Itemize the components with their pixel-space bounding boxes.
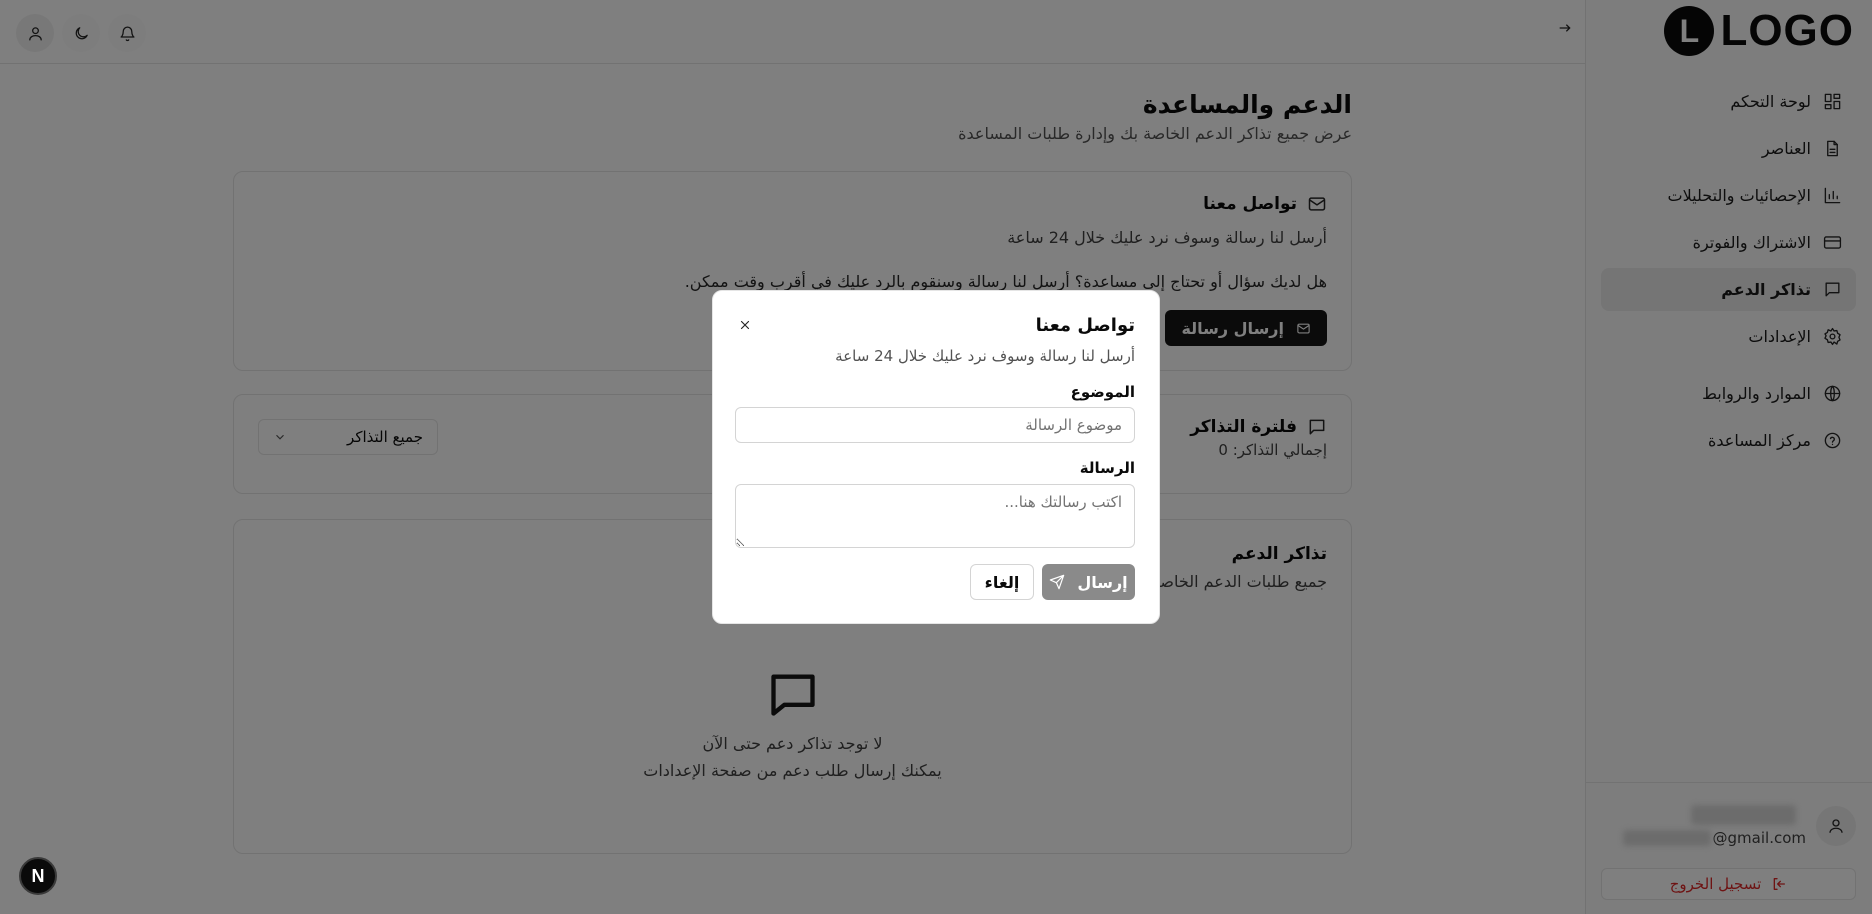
dev-tools-badge[interactable]: N xyxy=(19,857,57,895)
contact-dialog: تواصل معنا أرسل لنا رسالة وسوف نرد عليك … xyxy=(712,290,1160,624)
send-button[interactable]: إرسال xyxy=(1042,564,1135,600)
message-label: الرسالة xyxy=(1079,459,1135,477)
close-icon xyxy=(740,320,750,330)
send-icon xyxy=(1050,574,1065,590)
dialog-title: تواصل معنا xyxy=(1035,315,1135,336)
subject-input[interactable] xyxy=(735,407,1135,443)
app-root: الدعم والمساعدة عرض جميع تذاكر الدعم الخ… xyxy=(0,0,1872,914)
cancel-button[interactable]: إلغاء xyxy=(970,564,1034,600)
send-button-label: إرسال xyxy=(1077,572,1128,592)
subject-label: الموضوع xyxy=(1070,383,1135,401)
dialog-close-button[interactable] xyxy=(735,315,755,335)
dialog-subtitle: أرسل لنا رسالة وسوف نرد عليك خلال 24 ساع… xyxy=(835,347,1135,365)
message-textarea[interactable] xyxy=(735,484,1135,548)
